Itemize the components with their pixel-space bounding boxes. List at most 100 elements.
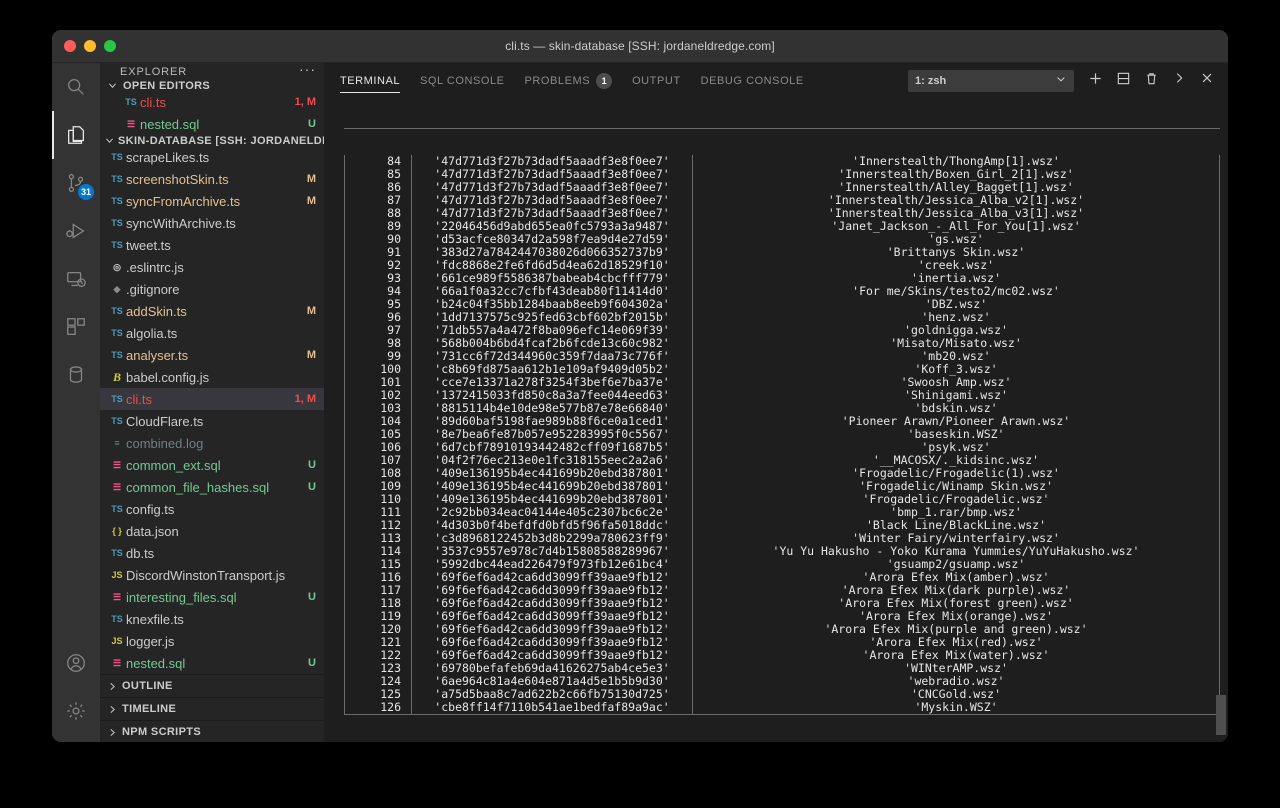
file-tree-item[interactable]: TS knexfile.ts [100, 608, 324, 630]
eslint-file-icon: ◎ [113, 261, 121, 272]
section-npm-scripts[interactable]: NPM SCRIPTS [100, 720, 324, 742]
row-number: 112 [380, 518, 401, 532]
file-tree-item[interactable]: ◎ .eslintrc.js [100, 256, 324, 278]
column-divider [1219, 532, 1220, 545]
file-tree-item[interactable]: TS screenshotSkin.ts M [100, 168, 324, 190]
file-tree-item[interactable]: ☰ common_file_hashes.sql U [100, 476, 324, 498]
section-open-editors[interactable]: OPEN EDITORS [100, 80, 324, 91]
file-tree-item[interactable]: ◆ .gitignore [100, 278, 324, 300]
section-outline[interactable]: OUTLINE [100, 674, 324, 697]
column-divider [1219, 194, 1220, 207]
row-filename: 'henz.wsz' [921, 311, 991, 324]
sidebar-more-actions-button[interactable]: ··· [299, 63, 316, 79]
column-divider [1219, 675, 1220, 688]
source-control-badge: 31 [77, 184, 94, 200]
open-editors-list: TS cli.ts 1, M ☰ nested.sql U [100, 91, 324, 135]
typescript-file-icon: TS [111, 174, 123, 184]
row-filename: 'Arora Efex Mix(amber).wsz' [862, 571, 1050, 584]
file-tree-item[interactable]: TS addSkin.ts M [100, 300, 324, 322]
file-tree-item[interactable]: TS algolia.ts [100, 322, 324, 344]
panel-tab-terminal[interactable]: TERMINAL [330, 63, 410, 98]
file-tree-item[interactable]: TS config.ts [100, 498, 324, 520]
column-divider [1219, 584, 1220, 597]
file-tree-item[interactable]: TS tweet.ts [100, 234, 324, 256]
open-editor-item[interactable]: TS cli.ts 1, M [100, 91, 324, 113]
close-window-button[interactable] [64, 40, 76, 52]
split-terminal-button[interactable] [1110, 69, 1136, 93]
maximize-window-button[interactable] [104, 40, 116, 52]
typescript-file-icon: TS [111, 350, 123, 360]
file-tree-item[interactable]: TS cli.ts 1, M [100, 388, 324, 410]
row-filename: 'Arora Efex Mix(water).wsz' [862, 649, 1050, 662]
section-timeline[interactable]: TIMELINE [100, 697, 324, 720]
row-number: 100 [380, 362, 401, 376]
file-tree-item[interactable]: TS scrapeLikes.ts [100, 146, 324, 168]
vscode-window: cli.ts — skin-database [SSH: jordaneldre… [52, 30, 1228, 742]
panel-tab-output[interactable]: OUTPUT [622, 63, 691, 98]
column-divider [1219, 285, 1220, 298]
activity-item-settings[interactable] [52, 687, 100, 735]
column-divider [1219, 662, 1220, 675]
row-number: 118 [380, 596, 401, 610]
activity-item-remote-explorer[interactable] [52, 255, 100, 303]
row-number: 125 [380, 687, 401, 701]
file-tree-item[interactable]: { } data.json [100, 520, 324, 542]
panel-tab-problems[interactable]: PROBLEMS 1 [515, 63, 623, 98]
terminal-table-row: 126 'cbe8ff14f7110b541ae1bedfaf89a9ac' '… [345, 701, 1220, 714]
file-tree-item[interactable]: TS CloudFlare.ts [100, 410, 324, 432]
file-tree-item[interactable]: ≡ combined.log [100, 432, 324, 454]
section-skin-database[interactable]: SKIN-DATABASE [SSH: JORDANELDRE... [100, 135, 324, 146]
column-divider [1219, 324, 1220, 337]
column-divider [1219, 454, 1220, 467]
file-tree-item[interactable]: TS analyser.ts M [100, 344, 324, 366]
panel-tab-badge: 1 [596, 72, 613, 89]
maximize-panel-button[interactable] [1166, 69, 1192, 93]
terminal-scrollbar[interactable] [1216, 695, 1226, 735]
file-tree-item[interactable]: ☰ nested.sql U [100, 652, 324, 674]
activity-item-search[interactable] [52, 63, 100, 111]
column-divider [1219, 168, 1220, 181]
window-controls[interactable] [52, 40, 116, 52]
panel-tab-debug-console[interactable]: DEBUG CONSOLE [691, 63, 814, 98]
column-divider [1219, 389, 1220, 402]
open-editor-item[interactable]: ☰ nested.sql U [100, 113, 324, 135]
file-name: syncWithArchive.ts [126, 215, 236, 231]
file-tree-item[interactable]: TS syncWithArchive.ts [100, 212, 324, 234]
javascript-file-icon: JS [111, 570, 123, 580]
file-tree-item[interactable]: ☰ interesting_files.sql U [100, 586, 324, 608]
file-tree-item[interactable]: TS syncFromArchive.ts M [100, 190, 324, 212]
activity-item-database[interactable] [52, 351, 100, 399]
column-divider [1219, 467, 1220, 480]
kill-terminal-button[interactable] [1138, 69, 1164, 93]
file-name: nested.sql [140, 116, 200, 132]
file-tree-item[interactable]: B babel.config.js [100, 366, 324, 388]
activity-item-explorer[interactable] [52, 111, 100, 159]
activity-item-accounts[interactable] [52, 639, 100, 687]
column-divider [1219, 649, 1220, 662]
file-name: .eslintrc.js [126, 259, 184, 275]
panel-tab-bar: TERMINAL SQL CONSOLE PROBLEMS 1 OUTPUT D… [324, 63, 1228, 98]
row-filename: 'Myskin.WSZ' [914, 701, 998, 714]
activity-item-extensions[interactable] [52, 303, 100, 351]
column-divider [1219, 610, 1220, 623]
row-number: 121 [380, 635, 401, 649]
search-icon [65, 76, 87, 98]
close-panel-button[interactable] [1194, 69, 1220, 93]
account-icon [65, 652, 87, 674]
terminal-selector[interactable]: 1: zsh [908, 69, 1074, 92]
column-divider [1219, 506, 1220, 519]
activity-item-run-and-debug[interactable] [52, 207, 100, 255]
panel-tab-sql-console[interactable]: SQL CONSOLE [410, 63, 515, 98]
file-tree-item[interactable]: JS DiscordWinstonTransport.js [100, 564, 324, 586]
minimize-window-button[interactable] [84, 40, 96, 52]
section-skin-database-label: SKIN-DATABASE [SSH: JORDANELDRE... [118, 135, 324, 146]
row-filename: 'Arora Efex Mix(purple and green).wsz' [824, 623, 1088, 636]
terminal-output[interactable]: 84 '47d771d3f27b73dadf5aaadf3e8f0ee7' 'I… [324, 98, 1228, 742]
activity-item-source-control[interactable]: 31 [52, 159, 100, 207]
new-terminal-button[interactable] [1082, 69, 1108, 93]
file-tree-item[interactable]: TS db.ts [100, 542, 324, 564]
row-hash: 'cbe8ff14f7110b541ae1bedfaf89a9ac' [434, 700, 670, 714]
file-tree-item[interactable]: JS logger.js [100, 630, 324, 652]
file-tree-item[interactable]: ☰ common_ext.sql U [100, 454, 324, 476]
sidebar-title: EXPLORER [120, 65, 188, 78]
